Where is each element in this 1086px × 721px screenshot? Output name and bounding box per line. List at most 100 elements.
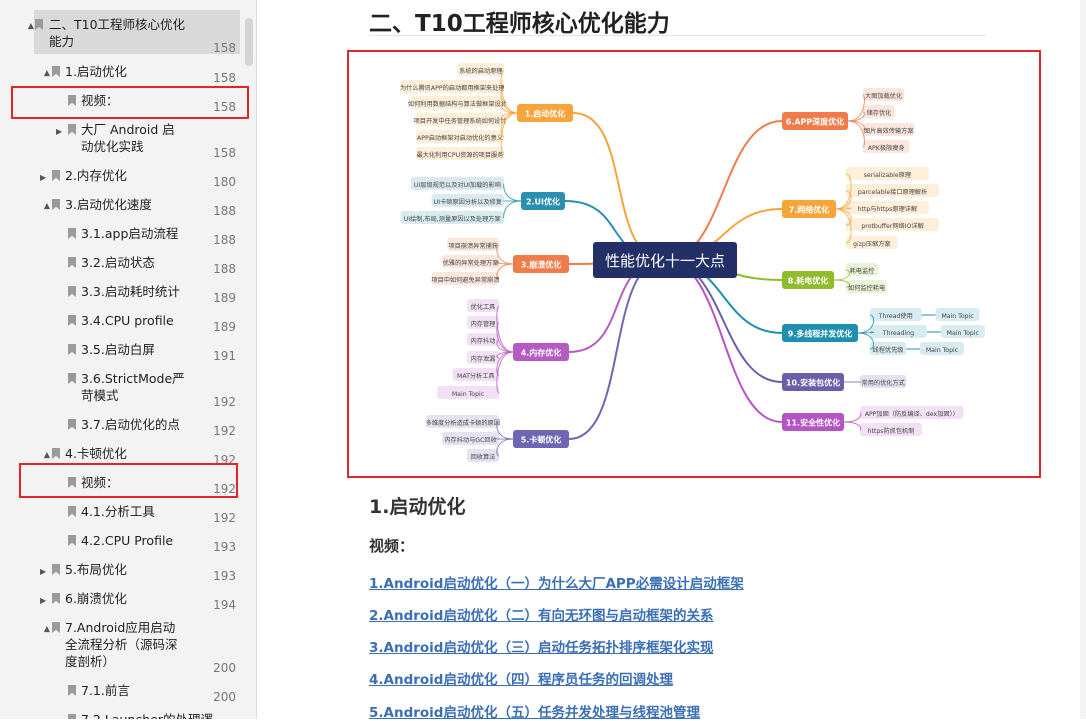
leaf-node-label: 常用的优化方式 xyxy=(862,379,905,387)
toc-item-label: 全流程分析（源码深 xyxy=(65,637,178,652)
leaf-node-label: 项目开发中任务管理系统如何设计 xyxy=(414,117,507,125)
leaf-node-label: UI绘制,布局,测量原因以及处理方案 xyxy=(404,215,502,223)
toc-item-label: 3.2.启动状态 xyxy=(81,255,155,270)
toc-item[interactable]: ▼ 二、T10工程师核心优化 能力 158 xyxy=(28,10,240,55)
toc-page-number: 193 xyxy=(213,569,236,583)
toc-item[interactable]: ▼ 3.启动优化速度 188 xyxy=(0,196,240,218)
branch-node-label: 10.安装包优化 xyxy=(786,378,840,388)
leaf-node-label: 项目崩溃异常捕获 xyxy=(448,242,498,250)
leaf-connector xyxy=(847,120,865,148)
collapse-arrow-icon[interactable]: ▼ xyxy=(40,621,50,638)
leaf-node-label: 大图加载优化 xyxy=(865,92,902,100)
toc-page-number: 191 xyxy=(213,349,236,363)
document-scrollbar[interactable] xyxy=(1080,0,1086,719)
leaf-node-label: 最大化利用CPU资源的项目服务 xyxy=(417,151,504,159)
toc-item-label: 大厂 Android 启 xyxy=(81,122,175,137)
bookmark-icon xyxy=(52,66,60,77)
toc-item[interactable]: ▶ 2.内存优化 180 xyxy=(0,167,240,189)
leaf-node-label: 内存抖动与GC回收 xyxy=(444,436,496,444)
branch-connector xyxy=(664,259,783,383)
collapse-arrow-icon[interactable]: ▼ xyxy=(40,198,50,215)
toc-item[interactable]: 7.1.前言 200 xyxy=(0,682,240,704)
toc-item-label: 4.卡顿优化 xyxy=(65,446,127,461)
collapse-arrow-icon[interactable]: ▼ xyxy=(40,447,50,464)
toc-item[interactable]: 3.7.启动优化的点 192 xyxy=(0,416,240,438)
toc-item-label: 7.2.Launcher的处理逻 xyxy=(81,711,213,719)
toc-item-label: 能力 xyxy=(49,34,75,49)
bookmark-icon xyxy=(68,228,76,239)
branch-node-label: 2.UI优化 xyxy=(526,197,560,207)
toc-page-number: 188 xyxy=(213,262,236,276)
expand-arrow-icon[interactable]: ▶ xyxy=(40,563,50,580)
bookmark-icon xyxy=(68,419,76,430)
mindmap: 性能优化十一大点 系统的启动原理为什么腾讯APP的启动都用框架来处理如何利用数据结… xyxy=(400,63,985,462)
toc-item-label: 3.1.app启动流程 xyxy=(81,226,179,241)
heading-video: 视频： xyxy=(369,537,415,555)
toc-item-label: 度剖析） xyxy=(65,654,116,669)
toc-item[interactable]: ▶ 5.布局优化 193 xyxy=(0,561,240,583)
toc-page-number: 180 xyxy=(213,175,236,189)
bookmark-icon xyxy=(68,373,76,384)
link-video-4[interactable]: 4.Android启动优化（四）程序员任务的回调处理 xyxy=(369,668,673,688)
leaf-connector xyxy=(503,200,522,219)
bookmark-icon xyxy=(52,622,60,633)
sidebar-scrollbar[interactable] xyxy=(245,18,253,66)
section-title: 二、T10工程师核心优化能力 xyxy=(369,11,670,37)
toc-item-label: 3.7.启动优化的点 xyxy=(81,417,180,432)
toc-item[interactable]: 3.4.CPU profile 189 xyxy=(0,312,240,334)
bookmark-icon xyxy=(52,593,60,604)
branch-connector xyxy=(572,112,666,261)
sub-node-label: Main Topic xyxy=(947,330,980,337)
link-video-3[interactable]: 3.Android启动优化（三）启动任务拓扑排序框架化实现 xyxy=(369,636,713,656)
link-video-1[interactable]: 1.Android启动优化（一）为什么大厂APP必需设计启动框架 xyxy=(369,572,744,592)
toc-item[interactable]: ▶ 大厂 Android 启动优化实践 158 xyxy=(0,121,240,161)
bookmark-icon xyxy=(68,257,76,268)
branch-connector xyxy=(664,120,783,261)
leaf-node-label: 内存管理 xyxy=(471,320,496,328)
leaf-node-label: 如何监控耗电 xyxy=(848,284,885,292)
bookmark-icon xyxy=(35,19,43,30)
toc-page-number: 158 xyxy=(213,41,236,55)
bookmark-icon xyxy=(68,315,76,326)
expand-arrow-icon[interactable]: ▶ xyxy=(56,123,66,140)
bookmark-icon xyxy=(68,124,76,135)
leaf-node-label: Main Topic xyxy=(452,391,485,398)
leaf-node-label: MAT分析工具 xyxy=(457,372,495,380)
toc-highlight-box xyxy=(11,86,249,119)
leaf-node-label: parcelable接口原理解析 xyxy=(858,188,927,196)
toc-item[interactable]: 4.1.分析工具 192 xyxy=(0,503,240,525)
leaf-node-label: APP加固（防反编译、dex加固）） xyxy=(865,410,959,418)
toc-item-label: 7.Android应用启动 xyxy=(65,620,176,635)
expand-arrow-icon[interactable]: ▶ xyxy=(40,169,50,186)
toc-item[interactable]: ▶ 6.崩溃优化 194 xyxy=(0,590,240,612)
leaf-node-label: https防抓包机制 xyxy=(868,427,915,435)
toc-page-number: 193 xyxy=(213,540,236,554)
toc-item[interactable]: 3.6.StrictMode严 苛模式 192 xyxy=(0,370,240,410)
toc-item[interactable]: 7.2.Launcher的处理逻 xyxy=(0,711,240,719)
leaf-node-label: gizp压缩方案 xyxy=(853,240,891,248)
toc-item[interactable]: ▼ 7.Android应用启动 全流程分析（源码深 度剖析） 200 xyxy=(0,619,240,679)
toc-item[interactable]: 3.1.app启动流程 188 xyxy=(0,225,240,247)
leaf-node-label: 耗电监控 xyxy=(850,267,875,275)
toc-item[interactable]: 3.2.启动状态 188 xyxy=(0,254,240,276)
branch-node-label: 4.内存优化 xyxy=(521,348,562,358)
toc-page-number: 192 xyxy=(213,395,236,409)
bookmark-icon xyxy=(52,170,60,181)
toc-item-label: 6.崩溃优化 xyxy=(65,591,127,606)
toc-item[interactable]: ▼ 1.启动优化 158 xyxy=(0,63,240,85)
toc-item[interactable]: 3.5.启动白屏 191 xyxy=(0,341,240,363)
collapse-arrow-icon[interactable]: ▼ xyxy=(24,18,34,35)
collapse-arrow-icon[interactable]: ▼ xyxy=(40,65,50,82)
link-video-5[interactable]: 5.Android启动优化（五）任务并发处理与线程池管理 xyxy=(369,701,700,721)
expand-arrow-icon[interactable]: ▶ xyxy=(40,592,50,609)
toc-item[interactable]: ▼ 4.卡顿优化 192 xyxy=(0,445,240,467)
toc-item-label: 5.布局优化 xyxy=(65,562,127,577)
bookmark-icon xyxy=(52,564,60,575)
toc-page-number: 188 xyxy=(213,233,236,247)
link-video-2[interactable]: 2.Android启动优化（二）有向无环图与启动框架的关系 xyxy=(369,604,713,624)
toc-item[interactable]: 4.2.CPU Profile 193 xyxy=(0,532,240,554)
leaf-node-label: 为什么腾讯APP的启动都用框架来处理 xyxy=(400,84,505,92)
leaf-connector xyxy=(847,120,865,131)
toc-item[interactable]: 3.3.启动耗时统计 189 xyxy=(0,283,240,305)
leaf-node-label: 优雅的异常处理方案 xyxy=(443,259,499,267)
